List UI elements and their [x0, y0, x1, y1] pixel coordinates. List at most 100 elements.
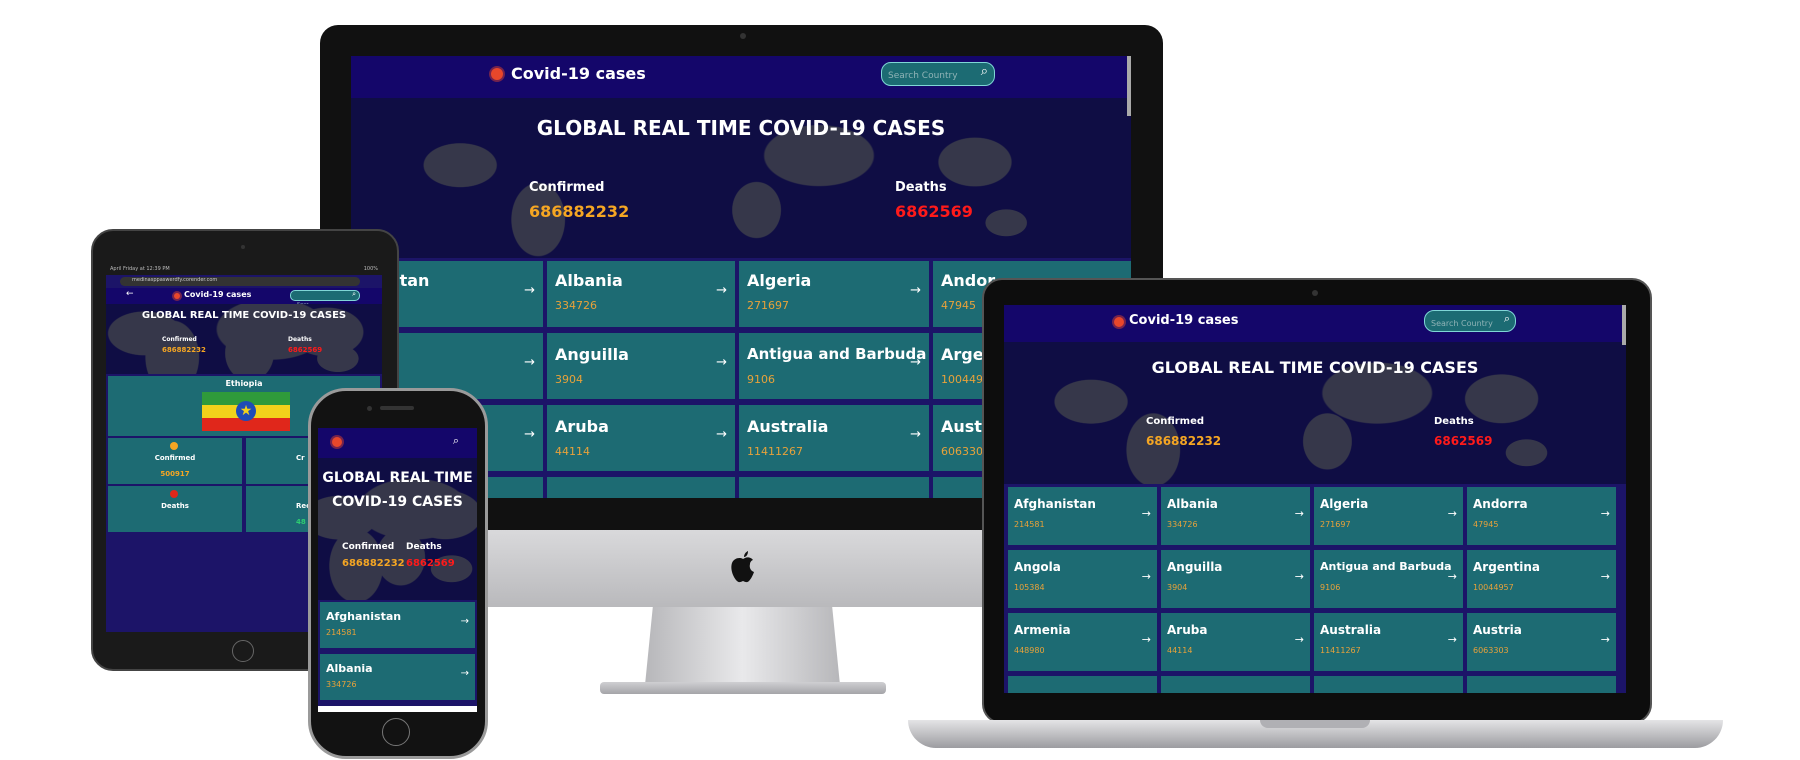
country-card[interactable]	[1008, 676, 1157, 693]
country-name: Albania	[326, 662, 373, 675]
panel-deaths-label: Deaths	[161, 502, 189, 510]
arrow-right-icon[interactable]: →	[524, 283, 535, 298]
arrow-right-icon[interactable]: →	[910, 427, 921, 442]
scrollbar[interactable]	[1622, 305, 1626, 345]
arrow-right-icon[interactable]: →	[461, 616, 469, 627]
arrow-right-icon[interactable]: →	[1601, 507, 1610, 520]
virus-logo-icon	[332, 437, 342, 447]
panel-confirmed-value: 500917	[160, 470, 190, 478]
arrow-right-icon[interactable]: →	[524, 427, 535, 442]
arrow-right-icon[interactable]: →	[1295, 507, 1304, 520]
country-card[interactable]	[547, 477, 735, 498]
country-card[interactable]: Aruba 44114 →	[1161, 613, 1310, 671]
brand-title[interactable]: Covid-19 cases	[511, 64, 646, 83]
country-card[interactable]: Antigua and Barbuda 9106 →	[1314, 550, 1463, 608]
phone-home-button[interactable]	[382, 718, 410, 746]
search-box[interactable]: ⌕	[1424, 310, 1516, 333]
arrow-right-icon[interactable]: →	[716, 427, 727, 442]
hero-title: GLOBAL REAL TIME COVID-19 CASES	[536, 116, 946, 140]
arrow-right-icon[interactable]: →	[1142, 633, 1151, 646]
country-card[interactable]	[1314, 676, 1463, 693]
country-name: Armenia	[1014, 623, 1071, 637]
arrow-right-icon[interactable]: →	[716, 283, 727, 298]
back-icon[interactable]: ←	[126, 289, 134, 299]
deaths-label: Deaths	[406, 542, 442, 552]
navbar: ← Covid-19 cases ⌕	[106, 288, 382, 310]
search-icon[interactable]: ⌕	[981, 64, 988, 79]
hero-banner: GLOBAL REAL TIME COVID-19 CASES Confirme…	[1004, 342, 1626, 484]
search-box[interactable]: ⌕	[290, 290, 360, 310]
country-cases: 9106	[1320, 583, 1341, 592]
arrow-right-icon[interactable]: →	[1601, 633, 1610, 646]
country-cases: 3904	[555, 373, 583, 386]
country-cases: 214581	[326, 628, 357, 637]
arrow-right-icon[interactable]: →	[1295, 633, 1304, 646]
country-card[interactable]: Austria 6063303 →	[1467, 613, 1616, 671]
arrow-right-icon[interactable]: →	[1601, 570, 1610, 583]
macbook-notch	[1260, 720, 1370, 728]
country-card[interactable]: Afghanistan 214581 →	[1008, 487, 1157, 545]
arrow-right-icon[interactable]: →	[1295, 570, 1304, 583]
country-name: Aruba	[555, 417, 609, 436]
country-name: Algeria	[1320, 497, 1369, 511]
arrow-right-icon[interactable]: →	[1142, 570, 1151, 583]
country-name: Albania	[555, 271, 623, 290]
arrow-right-icon[interactable]: →	[1448, 507, 1457, 520]
arrow-right-icon[interactable]: →	[1142, 507, 1151, 520]
country-card[interactable]: Andorra 47945 →	[1467, 487, 1616, 545]
stat-card-deaths: Deaths	[108, 486, 242, 532]
country-card[interactable]: Argentina 10044957 →	[1467, 550, 1616, 608]
arrow-right-icon[interactable]: →	[524, 355, 535, 370]
country-card[interactable]: Anguilla 3904 →	[547, 333, 735, 399]
deaths-icon	[170, 490, 178, 498]
search-icon[interactable]: ⌕	[352, 290, 356, 299]
country-name: Australia	[1320, 623, 1382, 637]
tablet-url-bar[interactable]: medinasppaswerdfy.corender.com	[120, 277, 360, 286]
arrow-right-icon[interactable]: →	[910, 355, 921, 370]
tablet-home-button[interactable]	[232, 640, 254, 662]
confirmed-value: 686882232	[342, 558, 405, 569]
country-card[interactable]: Albania 334726 →	[547, 261, 735, 327]
brand-title[interactable]: Covid-19 cases	[1129, 313, 1239, 328]
panel-rec-value: 48	[296, 518, 306, 526]
hero-title-line2: COVID-19 CASES	[332, 494, 463, 510]
country-card[interactable]	[1161, 676, 1310, 693]
country-card[interactable]: Anguilla 3904 →	[1161, 550, 1310, 608]
country-cases: 271697	[1320, 520, 1351, 529]
deaths-value: 6862569	[406, 558, 455, 569]
deaths-value: 6862569	[288, 346, 323, 354]
status-time: April Friday at 12:39 PM	[110, 266, 170, 272]
country-card[interactable]: Australia 11411267 →	[1314, 613, 1463, 671]
country-card[interactable]: Albania 334726 →	[1161, 487, 1310, 545]
search-icon[interactable]: ⌕	[453, 434, 459, 448]
country-card[interactable]: Aruba 44114 →	[547, 405, 735, 471]
country-card[interactable]: Angola 105384 →	[1008, 550, 1157, 608]
country-card[interactable]: Algeria 271697 →	[739, 261, 929, 327]
brand-title[interactable]: Covid-19 cases	[184, 290, 251, 299]
search-input[interactable]	[1425, 314, 1503, 333]
country-card[interactable]: Afghanistan 214581 →	[320, 602, 475, 648]
arrow-right-icon[interactable]: →	[1448, 570, 1457, 583]
arrow-right-icon[interactable]: →	[1448, 633, 1457, 646]
deaths-label: Deaths	[1434, 416, 1474, 427]
search-input[interactable]	[882, 66, 978, 86]
country-name: Austria	[1473, 623, 1522, 637]
country-card[interactable]: Antigua and Barbuda 9106 →	[739, 333, 929, 399]
search-box[interactable]: ⌕	[881, 62, 995, 86]
search-icon[interactable]: ⌕	[1504, 312, 1510, 326]
country-card[interactable]: Algeria 271697 →	[1314, 487, 1463, 545]
country-card[interactable]	[1467, 676, 1616, 693]
hero-banner: GLOBAL REAL TIME COVID-19 CASES Confirme…	[318, 458, 477, 600]
country-card[interactable]	[739, 477, 929, 498]
confirmed-value: 686882232	[529, 202, 630, 221]
scrollbar[interactable]	[1127, 56, 1131, 116]
country-card[interactable]: Albania 334726 →	[320, 654, 475, 700]
hero-title: GLOBAL REAL TIME COVID-19 CASES	[141, 310, 347, 321]
country-name: Albania	[1167, 497, 1218, 511]
arrow-right-icon[interactable]: →	[461, 668, 469, 679]
deaths-value: 6862569	[895, 202, 973, 221]
country-card[interactable]: Australia 11411267 →	[739, 405, 929, 471]
arrow-right-icon[interactable]: →	[910, 283, 921, 298]
country-card[interactable]: Armenia 448980 →	[1008, 613, 1157, 671]
arrow-right-icon[interactable]: →	[716, 355, 727, 370]
